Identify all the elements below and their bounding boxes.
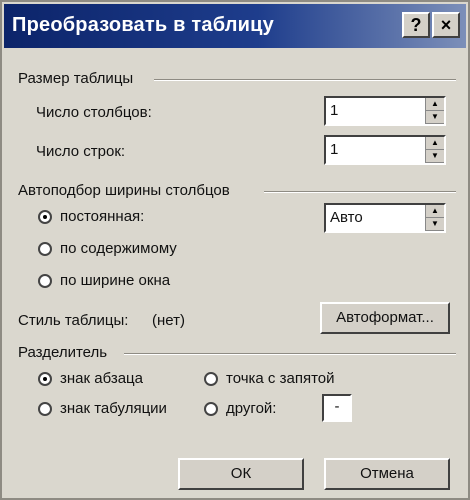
autofit-content-label[interactable]: по содержимому: [60, 240, 177, 257]
autofit-width-value[interactable]: Авто: [330, 209, 363, 226]
autofit-width-spinner[interactable]: Авто ▲ ▼: [324, 203, 446, 233]
cancel-button[interactable]: Отмена: [324, 458, 450, 490]
columns-value[interactable]: 1: [330, 102, 338, 119]
title-bar[interactable]: Преобразовать в таблицу ? ×: [4, 4, 466, 48]
table-style-label: Стиль таблицы:: [18, 312, 129, 329]
autofit-group-label: Автоподбор ширины столбцов: [18, 182, 230, 199]
autofit-content-radio[interactable]: [38, 242, 52, 256]
table-size-group-label: Размер таблицы: [18, 70, 134, 87]
columns-label: Число столбцов:: [36, 104, 152, 121]
spin-up-icon[interactable]: ▲: [426, 98, 444, 111]
separator-group-label: Разделитель: [18, 344, 108, 361]
spin-down-icon[interactable]: ▼: [426, 150, 444, 163]
columns-spinner[interactable]: 1 ▲ ▼: [324, 96, 446, 126]
separator-paragraph-radio[interactable]: [38, 372, 52, 386]
rows-value[interactable]: 1: [330, 141, 338, 158]
autofit-spin-arrows[interactable]: ▲ ▼: [425, 205, 444, 231]
convert-to-table-dialog: Преобразовать в таблицу ? × Размер табли…: [0, 0, 470, 500]
autofit-fixed-label[interactable]: постоянная:: [60, 208, 144, 225]
rows-spinner[interactable]: 1 ▲ ▼: [324, 135, 446, 165]
rows-label: Число строк:: [36, 143, 126, 160]
autofit-divider: [264, 191, 456, 193]
separator-tab-label[interactable]: знак табуляции: [60, 400, 167, 417]
close-button[interactable]: ×: [432, 12, 460, 38]
separator-semicolon-radio[interactable]: [204, 372, 218, 386]
autofit-fixed-radio[interactable]: [38, 210, 52, 224]
separator-divider: [124, 353, 456, 355]
autoformat-button[interactable]: Автоформат...: [320, 302, 450, 334]
separator-other-radio[interactable]: [204, 402, 218, 416]
spin-up-icon[interactable]: ▲: [426, 205, 444, 218]
help-button[interactable]: ?: [402, 12, 430, 38]
separator-semicolon-label[interactable]: точка с запятой: [226, 370, 335, 387]
spin-up-icon[interactable]: ▲: [426, 137, 444, 150]
spin-down-icon[interactable]: ▼: [426, 111, 444, 124]
dialog-title: Преобразовать в таблицу: [12, 14, 274, 36]
rows-spin-arrows[interactable]: ▲ ▼: [425, 137, 444, 163]
columns-spin-arrows[interactable]: ▲ ▼: [425, 98, 444, 124]
separator-other-label[interactable]: другой:: [226, 400, 276, 417]
separator-other-input[interactable]: -: [322, 394, 352, 422]
autofit-window-radio[interactable]: [38, 274, 52, 288]
ok-button[interactable]: ОК: [178, 458, 304, 490]
table-size-divider: [154, 79, 456, 81]
autofit-window-label[interactable]: по ширине окна: [60, 272, 170, 289]
separator-tab-radio[interactable]: [38, 402, 52, 416]
separator-paragraph-label[interactable]: знак абзаца: [60, 370, 143, 387]
spin-down-icon[interactable]: ▼: [426, 218, 444, 231]
table-style-value: (нет): [152, 312, 185, 329]
